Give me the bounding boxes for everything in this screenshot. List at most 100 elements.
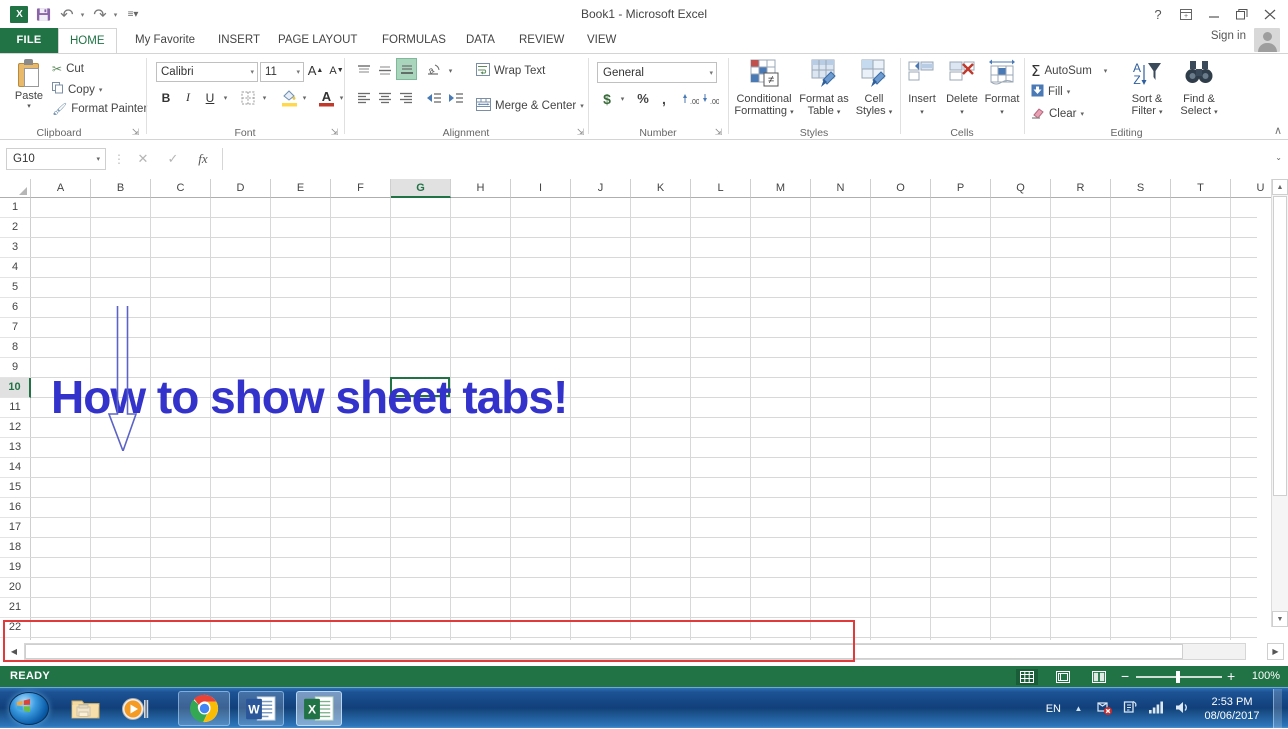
scroll-down-button[interactable]: ▼ [1272, 611, 1288, 627]
find-and-select-button[interactable]: Find & Select ▾ [1171, 57, 1227, 119]
show-hidden-icons-button[interactable]: ▲ [1070, 700, 1087, 717]
row-header-7[interactable]: 7 [0, 318, 31, 338]
zoom-in-button[interactable]: + [1227, 668, 1235, 685]
row-header-18[interactable]: 18 [0, 538, 31, 558]
insert-cells-button[interactable]: Insert ▾ [901, 57, 943, 119]
column-header-j[interactable]: J [571, 179, 631, 198]
sign-in-link[interactable]: Sign in [1211, 30, 1246, 42]
autosum-button[interactable]: Σ AutoSum ▾ [1031, 62, 1107, 80]
clear-dropdown-icon[interactable]: ▾ [1080, 110, 1084, 118]
minimize-button[interactable] [1200, 3, 1228, 25]
underline-dropdown-icon[interactable]: ▾ [220, 87, 231, 108]
column-header-r[interactable]: R [1051, 179, 1111, 198]
borders-dropdown-icon[interactable]: ▾ [259, 87, 270, 108]
row-header-14[interactable]: 14 [0, 458, 31, 478]
tab-insert[interactable]: INSERT [207, 28, 271, 53]
undo-dropdown-icon[interactable]: ▾ [78, 4, 87, 25]
fill-button[interactable]: Fill ▾ [1031, 84, 1070, 100]
column-header-i[interactable]: I [511, 179, 571, 198]
row-header-4[interactable]: 4 [0, 258, 31, 278]
decrease-indent-button[interactable] [423, 87, 444, 108]
taskbar-microsoft-excel[interactable]: X [296, 691, 342, 726]
format-as-table-dropdown-icon[interactable]: ▾ [837, 109, 841, 116]
expand-formula-bar-button[interactable]: ⌄ [1275, 153, 1282, 162]
column-header-d[interactable]: D [211, 179, 271, 198]
font-dialog-launcher[interactable]: ⇲ [329, 127, 340, 138]
column-header-s[interactable]: S [1111, 179, 1171, 198]
row-header-3[interactable]: 3 [0, 238, 31, 258]
tab-file[interactable]: FILE [0, 28, 58, 53]
scroll-right-button[interactable]: ▶ [1267, 643, 1284, 660]
autosum-dropdown-icon[interactable]: ▾ [1104, 67, 1108, 75]
cut-button[interactable]: ✂ Cut [52, 62, 84, 76]
format-cells-dropdown-icon[interactable]: ▾ [1000, 109, 1004, 116]
sheet-tab-nav-previous-button[interactable]: ◀ [6, 644, 22, 659]
font-color-button[interactable]: A [315, 85, 337, 109]
row-header-16[interactable]: 16 [0, 498, 31, 518]
orientation-button[interactable]: a [423, 59, 445, 80]
merge-and-center-button[interactable]: Merge & Center ▾ [476, 98, 584, 114]
redo-dropdown-icon[interactable]: ▾ [111, 4, 120, 25]
enter-formula-button[interactable]: ✓ [160, 149, 186, 169]
normal-view-button[interactable] [1016, 669, 1038, 685]
collapse-ribbon-button[interactable]: ∧ [1274, 124, 1282, 137]
align-middle-button[interactable] [375, 60, 394, 81]
start-button[interactable] [3, 689, 55, 727]
taskbar-microsoft-word[interactable]: W [238, 691, 284, 726]
row-header-21[interactable]: 21 [0, 598, 31, 618]
clear-button[interactable]: Clear ▾ [1031, 106, 1084, 122]
vertical-scroll-thumb[interactable] [1273, 196, 1287, 496]
number-format-dropdown-icon[interactable]: ▾ [709, 63, 713, 84]
tab-formulas[interactable]: FORMULAS [371, 28, 457, 53]
avatar[interactable] [1254, 28, 1280, 52]
show-desktop-button[interactable] [1273, 689, 1282, 728]
row-header-19[interactable]: 19 [0, 558, 31, 578]
language-indicator[interactable]: EN [1046, 703, 1061, 715]
column-header-c[interactable]: C [151, 179, 211, 198]
delete-cells-dropdown-icon[interactable]: ▾ [960, 109, 964, 116]
column-header-k[interactable]: K [631, 179, 691, 198]
volume-icon[interactable] [1174, 700, 1191, 717]
save-icon[interactable] [32, 4, 54, 25]
tab-review[interactable]: REVIEW [508, 28, 575, 53]
number-dialog-launcher[interactable]: ⇲ [713, 127, 724, 138]
increase-font-size-button[interactable]: A ▲ [306, 60, 325, 81]
row-header-5[interactable]: 5 [0, 278, 31, 298]
row-header-22[interactable]: 22 [0, 618, 31, 638]
taskbar-windows-explorer[interactable] [64, 691, 108, 726]
ribbon-display-options-button[interactable]: + [1172, 3, 1200, 25]
excel-logo-icon[interactable]: X [8, 4, 30, 25]
name-box-dropdown-icon[interactable]: ▾ [96, 149, 100, 171]
conditional-formatting-dropdown-icon[interactable]: ▾ [790, 109, 794, 116]
cell-styles-button[interactable]: Cell Styles ▾ [849, 57, 899, 119]
wrap-text-button[interactable]: Wrap Text [476, 63, 545, 79]
undo-icon[interactable]: ↶ [56, 4, 78, 25]
number-format-select[interactable]: General ▾ [597, 62, 717, 83]
row-header-6[interactable]: 6 [0, 298, 31, 318]
fill-color-dropdown-icon[interactable]: ▾ [299, 87, 310, 108]
tab-view[interactable]: VIEW [576, 28, 627, 53]
row-header-10[interactable]: 10 [0, 378, 31, 398]
tab-home[interactable]: HOME [58, 28, 117, 53]
borders-button[interactable] [237, 87, 259, 108]
column-header-l[interactable]: L [691, 179, 751, 198]
cells-area[interactable]: How to show sheet tabs! [31, 198, 1257, 646]
orientation-dropdown-icon[interactable]: ▾ [445, 60, 456, 81]
currency-format-button[interactable]: $ [597, 88, 617, 109]
clipboard-dialog-launcher[interactable]: ⇲ [130, 127, 141, 138]
bold-button[interactable]: B [156, 87, 176, 108]
column-header-e[interactable]: E [271, 179, 331, 198]
cancel-formula-button[interactable]: ✕ [130, 149, 156, 169]
formula-input[interactable] [222, 148, 1262, 170]
column-header-t[interactable]: T [1171, 179, 1231, 198]
percent-format-button[interactable]: % [633, 88, 653, 109]
fill-dropdown-icon[interactable]: ▾ [1067, 88, 1071, 96]
horizontal-scrollbar[interactable] [24, 643, 1246, 660]
sort-and-filter-button[interactable]: A Z Sort & Filter ▾ [1121, 57, 1173, 119]
delete-cells-button[interactable]: Delete ▾ [941, 57, 983, 119]
column-header-m[interactable]: M [751, 179, 811, 198]
row-header-15[interactable]: 15 [0, 478, 31, 498]
vertical-scrollbar[interactable]: ▲ ▼ [1271, 179, 1288, 627]
column-header-o[interactable]: O [871, 179, 931, 198]
tab-page-layout[interactable]: PAGE LAYOUT [267, 28, 368, 53]
